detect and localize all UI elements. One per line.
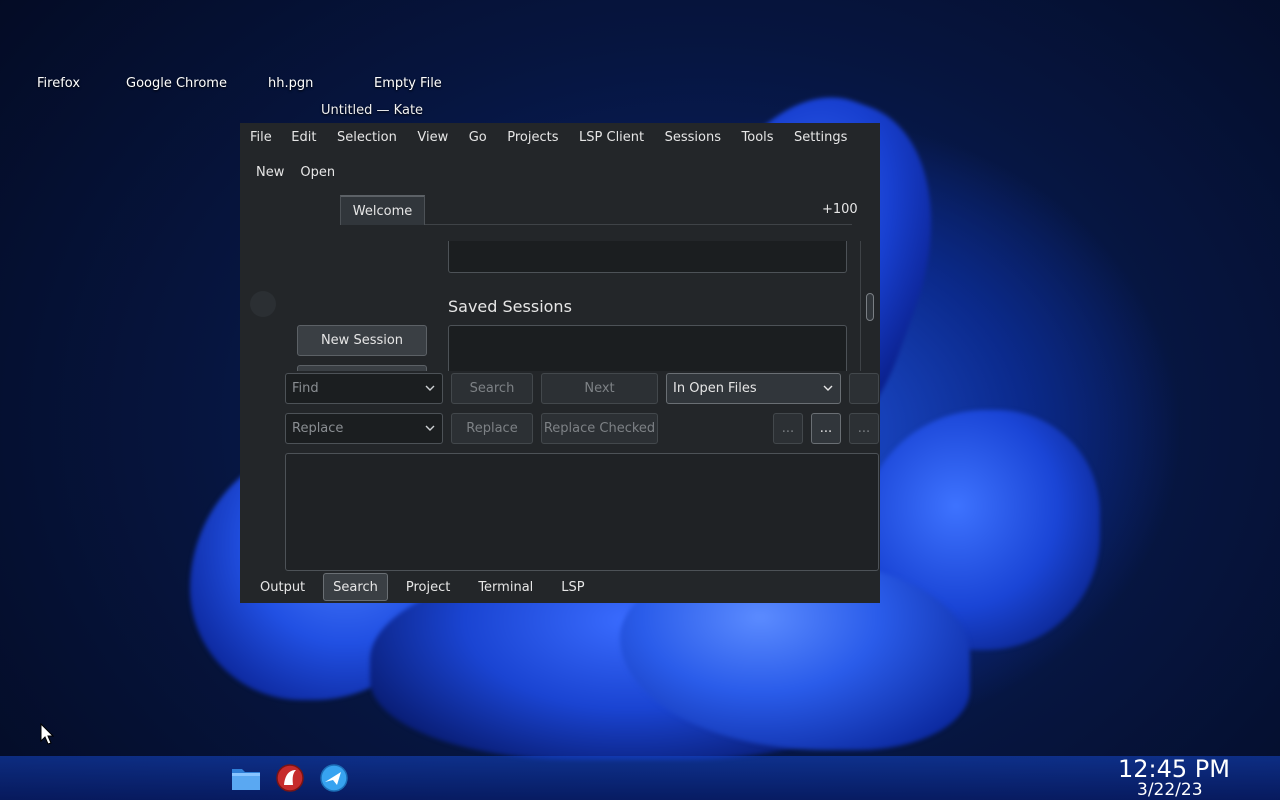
tab-output[interactable]: Output [250, 573, 315, 601]
new-button[interactable]: New [256, 165, 284, 180]
mouse-cursor-icon [40, 723, 54, 745]
tab-terminal[interactable]: Terminal [468, 573, 543, 601]
new-session-button[interactable]: New Session [297, 325, 427, 356]
menubar: File Edit Selection View Go Projects LSP… [240, 123, 880, 151]
expand-results-button[interactable]: ... [773, 413, 803, 444]
find-placeholder: Find [292, 381, 319, 396]
tab-lsp[interactable]: LSP [551, 573, 594, 601]
chevron-down-icon [425, 385, 435, 391]
saved-sessions-list[interactable] [448, 325, 847, 371]
welcome-scrollbar-thumb[interactable] [866, 293, 874, 321]
search-options-button[interactable] [849, 373, 879, 404]
find-combobox[interactable]: Find [285, 373, 443, 404]
menu-tools[interactable]: Tools [742, 130, 785, 145]
menu-go[interactable]: Go [469, 130, 498, 145]
menu-lsp-client[interactable]: LSP Client [579, 130, 655, 145]
menu-projects[interactable]: Projects [507, 130, 569, 145]
desktop-icon-empty-file[interactable]: Empty File [374, 76, 442, 91]
main-toolbar: New Open [240, 159, 351, 185]
desktop-icon-firefox[interactable]: Firefox [37, 76, 80, 91]
menu-file[interactable]: File [250, 130, 282, 145]
kate-icon[interactable] [275, 763, 305, 793]
replace-button[interactable]: Replace [451, 413, 533, 444]
search-scope-value: In Open Files [673, 381, 757, 396]
search-scope-select[interactable]: In Open Files [666, 373, 841, 404]
taskbar [0, 756, 1280, 800]
replace-placeholder: Replace [292, 421, 344, 436]
kate-window: File Edit Selection View Go Projects LSP… [240, 123, 880, 603]
open-button[interactable]: Open [300, 165, 335, 180]
more-options-button[interactable]: ... [811, 413, 841, 444]
tab-welcome[interactable]: Welcome [340, 195, 425, 225]
document-tabbar: Welcome [340, 195, 852, 225]
tab-project[interactable]: Project [396, 573, 460, 601]
folder-icon[interactable] [231, 763, 261, 793]
replace-combobox[interactable]: Replace [285, 413, 443, 444]
clock-date[interactable]: 3/22/23 [1137, 780, 1203, 800]
chevron-down-icon [823, 385, 833, 391]
search-results-view[interactable] [285, 453, 879, 571]
search-replace-panel: Find Search Next In Open Files Replace R… [240, 371, 880, 571]
desktop-icon-google-chrome[interactable]: Google Chrome [126, 76, 227, 91]
menu-selection[interactable]: Selection [337, 130, 407, 145]
menu-sessions[interactable]: Sessions [665, 130, 732, 145]
saved-sessions-heading: Saved Sessions [448, 297, 572, 316]
next-button[interactable]: Next [541, 373, 658, 404]
window-title[interactable]: Untitled — Kate [321, 103, 423, 118]
chevron-down-icon [425, 425, 435, 431]
tab-search[interactable]: Search [323, 573, 388, 601]
replace-checked-button[interactable]: Replace Checked [541, 413, 658, 444]
welcome-scrollbar-track [860, 241, 861, 371]
menu-edit[interactable]: Edit [291, 130, 327, 145]
browser-icon[interactable] [319, 763, 349, 793]
tab-overflow-count[interactable]: +100 [822, 202, 858, 217]
desktop-icon-hh-pgn[interactable]: hh.pgn [268, 76, 313, 91]
menu-settings[interactable]: Settings [794, 130, 858, 145]
recent-files-list[interactable] [448, 241, 847, 273]
menu-view[interactable]: View [417, 130, 458, 145]
clock-time[interactable]: 12:45 PM [1118, 755, 1230, 783]
search-button[interactable]: Search [451, 373, 533, 404]
collapse-results-button[interactable]: ... [849, 413, 879, 444]
welcome-view: Saved Sessions New Session [240, 241, 880, 371]
bottom-toolview-bar: Output Search Project Terminal LSP [240, 571, 880, 603]
